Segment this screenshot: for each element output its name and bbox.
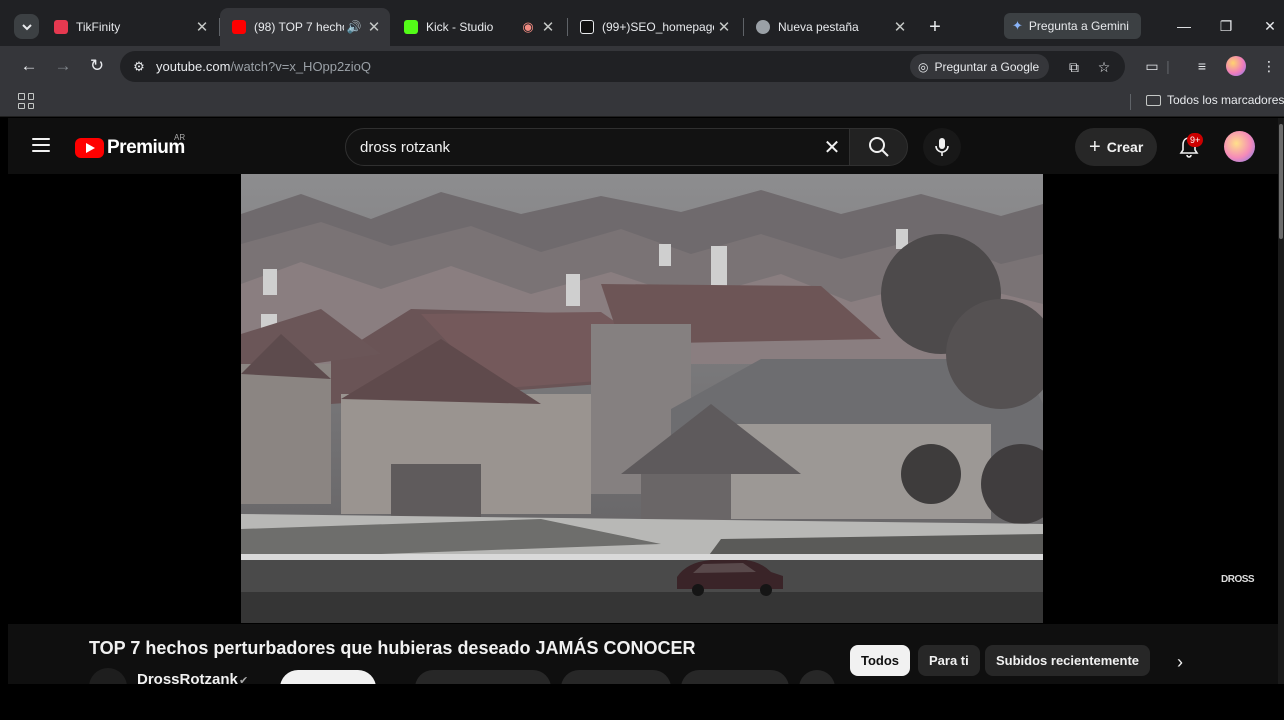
page-scrollbar-thumb[interactable]	[1279, 124, 1283, 239]
voice-search-button[interactable]	[923, 128, 961, 166]
media-controls-icon[interactable]: ≡	[1191, 55, 1213, 77]
kick-favicon-icon	[404, 20, 418, 34]
tab-new-tab[interactable]: Nueva pestaña ✕	[744, 12, 916, 42]
guide-menu-icon[interactable]	[32, 138, 50, 152]
folder-icon	[1146, 94, 1161, 106]
reload-icon[interactable]: ↻	[86, 55, 108, 77]
tab-title: (98) TOP 7 hechos	[254, 20, 344, 34]
search-query: dross rotzank	[360, 139, 451, 156]
gemini-button[interactable]: ✦ Pregunta a Gemini	[1004, 13, 1141, 39]
tab-title: TikFinity	[76, 20, 121, 34]
ask-google-button[interactable]: ◎ Preguntar a Google	[910, 54, 1050, 79]
gemini-sparkle-icon: ✦	[1012, 18, 1023, 33]
google-lens-icon: ◎	[918, 59, 929, 74]
tiktok-favicon-icon	[580, 20, 594, 34]
tab-strip: TikFinity ✕ (98) TOP 7 hechos 🔊 ✕ Kick -…	[0, 0, 1284, 52]
menu-kebab-icon[interactable]: ⋮	[1258, 55, 1280, 77]
close-tab-icon[interactable]: ✕	[538, 17, 558, 37]
all-bookmarks-button[interactable]: Todos los marcadores	[1146, 93, 1284, 107]
chip-para-ti[interactable]: Para ti	[918, 645, 980, 676]
tab-title: (99+)SEO_homepage	[602, 20, 714, 34]
forward-icon[interactable]: →	[52, 55, 74, 77]
recording-indicator-icon: ◉	[522, 19, 534, 34]
url-path: /watch?v=x_HOpp2zioQ	[230, 59, 371, 74]
speaker-icon[interactable]: 🔊	[344, 17, 364, 37]
create-button[interactable]: + Crear	[1075, 128, 1158, 166]
youtube-logo[interactable]: Premium	[75, 137, 185, 159]
chip-todos[interactable]: Todos	[850, 645, 911, 676]
tab-seo-homepage[interactable]: (99+)SEO_homepage ✕	[568, 12, 740, 42]
verified-badge-icon: ✔	[239, 675, 249, 684]
new-tab-button[interactable]: +	[924, 16, 946, 38]
notification-count-badge: 9+	[1187, 133, 1204, 147]
chevron-down-icon	[21, 23, 32, 30]
bookmarks-bar: Todos los marcadores	[0, 86, 1284, 117]
minimize-icon[interactable]: —	[1172, 14, 1196, 38]
close-window-icon[interactable]: ✕	[1258, 14, 1282, 38]
address-bar[interactable]: ⚙ youtube.com/watch?v=x_HOpp2zioQ ◎ Preg…	[120, 51, 1125, 82]
all-bookmarks-label: Todos los marcadores	[1167, 93, 1284, 107]
restore-icon[interactable]: ❐	[1214, 14, 1238, 38]
video-title: TOP 7 hechos perturbadores que hubieras …	[89, 638, 696, 658]
channel-watermark[interactable]: DROSS	[1221, 575, 1255, 585]
youtube-favicon-icon	[232, 20, 246, 34]
apps-grid-icon[interactable]	[18, 93, 34, 109]
video-frame-suburban-houses	[241, 174, 1043, 623]
chevron-right-icon[interactable]: ›	[1168, 650, 1192, 674]
more-actions-button[interactable]	[799, 670, 835, 684]
like-dislike-button[interactable]	[415, 670, 551, 684]
tab-tikfinity[interactable]: TikFinity ✕	[42, 12, 218, 42]
bookmark-star-icon[interactable]: ☆	[1093, 56, 1115, 78]
channel-avatar[interactable]	[89, 668, 127, 684]
close-tab-icon[interactable]: ✕	[714, 17, 734, 37]
chrome-favicon-icon	[756, 20, 770, 34]
video-info-area: TOP 7 hechos perturbadores que hubieras …	[8, 624, 1278, 684]
subscribe-button[interactable]	[280, 670, 376, 684]
close-tab-icon[interactable]: ✕	[192, 17, 212, 37]
back-icon[interactable]: ←	[18, 55, 40, 77]
search-input[interactable]: dross rotzank ✕	[345, 128, 850, 166]
share-button[interactable]	[561, 670, 671, 684]
plus-icon: +	[1089, 135, 1101, 158]
tab-kick-studio[interactable]: Kick - Studio ◉ ✕	[392, 12, 564, 42]
profile-avatar-icon[interactable]	[1226, 56, 1246, 76]
search-icon	[868, 137, 889, 157]
close-tab-icon[interactable]: ✕	[364, 17, 384, 37]
search-button[interactable]	[849, 128, 908, 166]
url-text[interactable]: youtube.com/watch?v=x_HOpp2zioQ	[156, 59, 371, 74]
youtube-play-icon	[75, 138, 104, 158]
close-tab-icon[interactable]: ✕	[890, 17, 910, 37]
gemini-label: Pregunta a Gemini	[1028, 19, 1129, 33]
url-host: youtube.com	[156, 59, 231, 74]
browser-toolbar: ← → ↻ ⚙ youtube.com/watch?v=x_HOpp2zioQ …	[0, 46, 1284, 86]
account-avatar[interactable]	[1224, 131, 1255, 162]
bookmarks-divider	[1130, 94, 1131, 110]
tikfinity-favicon-icon	[54, 20, 68, 34]
microphone-icon	[935, 138, 949, 156]
toolbar-divider: |	[1166, 58, 1170, 74]
cast-icon[interactable]: ▭	[1141, 55, 1163, 77]
chip-subidos-recientemente[interactable]: Subidos recientemente	[985, 645, 1151, 676]
site-info-icon[interactable]: ⚙	[130, 58, 148, 76]
download-button[interactable]	[681, 670, 789, 684]
taskbar-strip	[0, 684, 1284, 720]
ask-google-label: Preguntar a Google	[934, 59, 1040, 74]
clear-search-icon[interactable]: ✕	[821, 136, 843, 159]
tab-search-button[interactable]	[14, 14, 39, 39]
youtube-header: Premium AR dross rotzank ✕ + Crear 9+	[8, 118, 1278, 174]
tab-title: Kick - Studio	[426, 20, 494, 34]
tab-title: Nueva pestaña	[778, 20, 859, 34]
region-code: AR	[174, 133, 186, 142]
install-app-icon[interactable]: ⧉	[1063, 56, 1085, 78]
video-player[interactable]	[241, 174, 1043, 623]
channel-name[interactable]: DrossRotzank	[137, 671, 238, 684]
create-label: Crear	[1106, 139, 1144, 155]
tab-youtube-video[interactable]: (98) TOP 7 hechos 🔊 ✕	[220, 8, 390, 46]
